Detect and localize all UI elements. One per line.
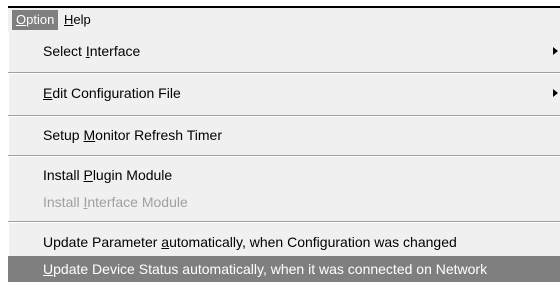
menu-separator (8, 72, 560, 74)
label-mnemonic: a (161, 234, 170, 250)
menu-item-install-plugin-module[interactable]: Install Plugin Module (8, 162, 560, 188)
label-pre: Setup (43, 127, 84, 143)
menu-option-mnemonic: O (16, 12, 27, 27)
label-post: dit Configuration File (52, 85, 181, 101)
label-pre: Install (43, 194, 84, 210)
label-mnemonic: M (83, 127, 96, 143)
label-pre: Install (43, 167, 84, 183)
label-mnemonic: U (43, 261, 54, 277)
menu-separator (8, 221, 560, 223)
label-post: pdate Device Status automatically, when … (53, 261, 488, 277)
menu-item-setup-monitor-refresh-timer[interactable]: Setup Monitor Refresh Timer (8, 122, 560, 148)
label-post: nterface (89, 43, 141, 59)
menu-option[interactable]: Option (12, 10, 59, 30)
submenu-arrow-icon (553, 47, 558, 55)
menu-help[interactable]: Help (60, 10, 95, 30)
label-mnemonic: E (43, 85, 53, 101)
menu-help-mnemonic: H (64, 12, 74, 27)
menu-help-label: elp (73, 12, 91, 27)
label-post: lugin Module (92, 167, 173, 183)
submenu-arrow-icon (553, 89, 558, 97)
label-pre: Update Parameter (43, 234, 162, 250)
label-post: nterface Module (87, 194, 188, 210)
menu-item-select-interface[interactable]: Select Interface (8, 38, 560, 64)
menu-item-edit-configuration-file[interactable]: Edit Configuration File (8, 80, 560, 106)
label-post: utomatically, when Configuration was cha… (169, 234, 457, 250)
menu-separator (8, 115, 560, 117)
menu-bar: Option Help (8, 6, 560, 32)
menu-item-install-interface-module: Install Interface Module (8, 189, 560, 215)
label-pre: Select (43, 43, 86, 59)
label-post: onitor Refresh Timer (95, 127, 222, 143)
menu-item-update-device-status-automatically[interactable]: Update Device Status automatically, when… (8, 256, 560, 282)
option-dropdown-menu: Select Interface Edit Configuration File… (8, 32, 560, 282)
menu-item-update-parameter-automatically[interactable]: Update Parameter automatically, when Con… (8, 229, 560, 255)
menu-separator (8, 155, 560, 157)
menu-option-label: ption (26, 12, 55, 27)
label-mnemonic: P (83, 167, 93, 183)
